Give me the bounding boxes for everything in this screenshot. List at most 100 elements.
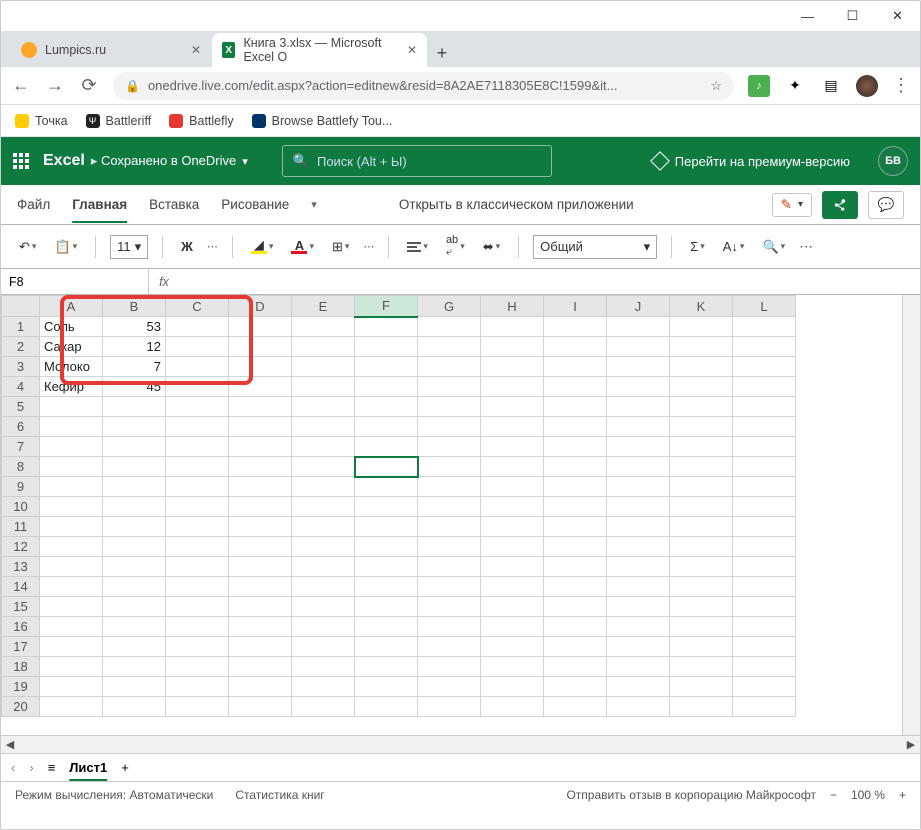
- cell-A1[interactable]: Соль: [40, 317, 103, 337]
- cell-C10[interactable]: [166, 497, 229, 517]
- cell-E4[interactable]: [292, 377, 355, 397]
- add-sheet-button[interactable]: +: [121, 760, 129, 775]
- cell-B6[interactable]: [103, 417, 166, 437]
- row-header-7[interactable]: 7: [2, 437, 40, 457]
- cell-C18[interactable]: [166, 657, 229, 677]
- cell-H7[interactable]: [481, 437, 544, 457]
- cell-A18[interactable]: [40, 657, 103, 677]
- cell-G16[interactable]: [418, 617, 481, 637]
- cell-A15[interactable]: [40, 597, 103, 617]
- cell-E15[interactable]: [292, 597, 355, 617]
- row-header-19[interactable]: 19: [2, 677, 40, 697]
- cell-D17[interactable]: [229, 637, 292, 657]
- cell-G4[interactable]: [418, 377, 481, 397]
- cell-E1[interactable]: [292, 317, 355, 337]
- cell-I8[interactable]: [544, 457, 607, 477]
- row-header-5[interactable]: 5: [2, 397, 40, 417]
- cell-B7[interactable]: [103, 437, 166, 457]
- cell-G3[interactable]: [418, 357, 481, 377]
- cell-D4[interactable]: [229, 377, 292, 397]
- cell-L14[interactable]: [733, 577, 796, 597]
- cell-F15[interactable]: [355, 597, 418, 617]
- cell-L16[interactable]: [733, 617, 796, 637]
- row-header-16[interactable]: 16: [2, 617, 40, 637]
- cell-C20[interactable]: [166, 697, 229, 717]
- cell-I2[interactable]: [544, 337, 607, 357]
- cell-A6[interactable]: [40, 417, 103, 437]
- cell-D2[interactable]: [229, 337, 292, 357]
- cell-C2[interactable]: [166, 337, 229, 357]
- chevron-down-icon[interactable]: ▾: [242, 155, 248, 168]
- cell-B1[interactable]: 53: [103, 317, 166, 337]
- cell-G5[interactable]: [418, 397, 481, 417]
- cell-K6[interactable]: [670, 417, 733, 437]
- cell-D6[interactable]: [229, 417, 292, 437]
- cell-K3[interactable]: [670, 357, 733, 377]
- cell-G19[interactable]: [418, 677, 481, 697]
- row-header-1[interactable]: 1: [2, 317, 40, 337]
- cell-K12[interactable]: [670, 537, 733, 557]
- cell-G14[interactable]: [418, 577, 481, 597]
- cell-A5[interactable]: [40, 397, 103, 417]
- cell-E10[interactable]: [292, 497, 355, 517]
- cell-D5[interactable]: [229, 397, 292, 417]
- cell-C4[interactable]: [166, 377, 229, 397]
- cell-L17[interactable]: [733, 637, 796, 657]
- cell-B13[interactable]: [103, 557, 166, 577]
- zoom-in-button[interactable]: +: [899, 788, 906, 802]
- cell-K11[interactable]: [670, 517, 733, 537]
- cell-G13[interactable]: [418, 557, 481, 577]
- tab-home[interactable]: Главная: [72, 197, 127, 212]
- cell-G10[interactable]: [418, 497, 481, 517]
- row-header-6[interactable]: 6: [2, 417, 40, 437]
- cell-B2[interactable]: 12: [103, 337, 166, 357]
- cell-C8[interactable]: [166, 457, 229, 477]
- scroll-left-icon[interactable]: ◀: [1, 738, 19, 751]
- cell-K9[interactable]: [670, 477, 733, 497]
- cell-L20[interactable]: [733, 697, 796, 717]
- cell-H12[interactable]: [481, 537, 544, 557]
- profile-avatar[interactable]: [856, 75, 878, 97]
- browser-tab-lumpics[interactable]: Lumpics.ru ✕: [11, 33, 211, 67]
- cell-I4[interactable]: [544, 377, 607, 397]
- cell-J9[interactable]: [607, 477, 670, 497]
- cell-A8[interactable]: [40, 457, 103, 477]
- cell-E12[interactable]: [292, 537, 355, 557]
- open-desktop-app[interactable]: Открыть в классическом приложении: [399, 197, 634, 212]
- cell-I1[interactable]: [544, 317, 607, 337]
- browser-tab-excel[interactable]: X Книга 3.xlsx — Microsoft Excel O ✕: [212, 33, 427, 67]
- cell-K4[interactable]: [670, 377, 733, 397]
- cell-A13[interactable]: [40, 557, 103, 577]
- cell-I17[interactable]: [544, 637, 607, 657]
- wrap-text-button[interactable]: ab⤶▾: [442, 232, 469, 261]
- cell-H5[interactable]: [481, 397, 544, 417]
- cell-D18[interactable]: [229, 657, 292, 677]
- cell-G6[interactable]: [418, 417, 481, 437]
- row-header-12[interactable]: 12: [2, 537, 40, 557]
- cell-J4[interactable]: [607, 377, 670, 397]
- cell-F12[interactable]: [355, 537, 418, 557]
- zoom-level[interactable]: 100 %: [851, 788, 885, 802]
- fx-icon[interactable]: fx: [149, 275, 179, 289]
- tab-file[interactable]: Файл: [17, 197, 50, 212]
- browser-menu[interactable]: ⋮: [892, 75, 910, 96]
- cell-D3[interactable]: [229, 357, 292, 377]
- cell-D8[interactable]: [229, 457, 292, 477]
- row-header-3[interactable]: 3: [2, 357, 40, 377]
- cell-L4[interactable]: [733, 377, 796, 397]
- cell-A2[interactable]: Сахар: [40, 337, 103, 357]
- cell-J3[interactable]: [607, 357, 670, 377]
- cell-K2[interactable]: [670, 337, 733, 357]
- cell-B11[interactable]: [103, 517, 166, 537]
- cell-C19[interactable]: [166, 677, 229, 697]
- cell-G9[interactable]: [418, 477, 481, 497]
- cell-C15[interactable]: [166, 597, 229, 617]
- cell-G1[interactable]: [418, 317, 481, 337]
- cell-F13[interactable]: [355, 557, 418, 577]
- cell-K1[interactable]: [670, 317, 733, 337]
- name-box[interactable]: F8: [1, 269, 149, 294]
- user-avatar[interactable]: БВ: [878, 146, 908, 176]
- undo-button[interactable]: ↶▾: [15, 237, 40, 257]
- row-header-13[interactable]: 13: [2, 557, 40, 577]
- select-all-corner[interactable]: [2, 296, 40, 317]
